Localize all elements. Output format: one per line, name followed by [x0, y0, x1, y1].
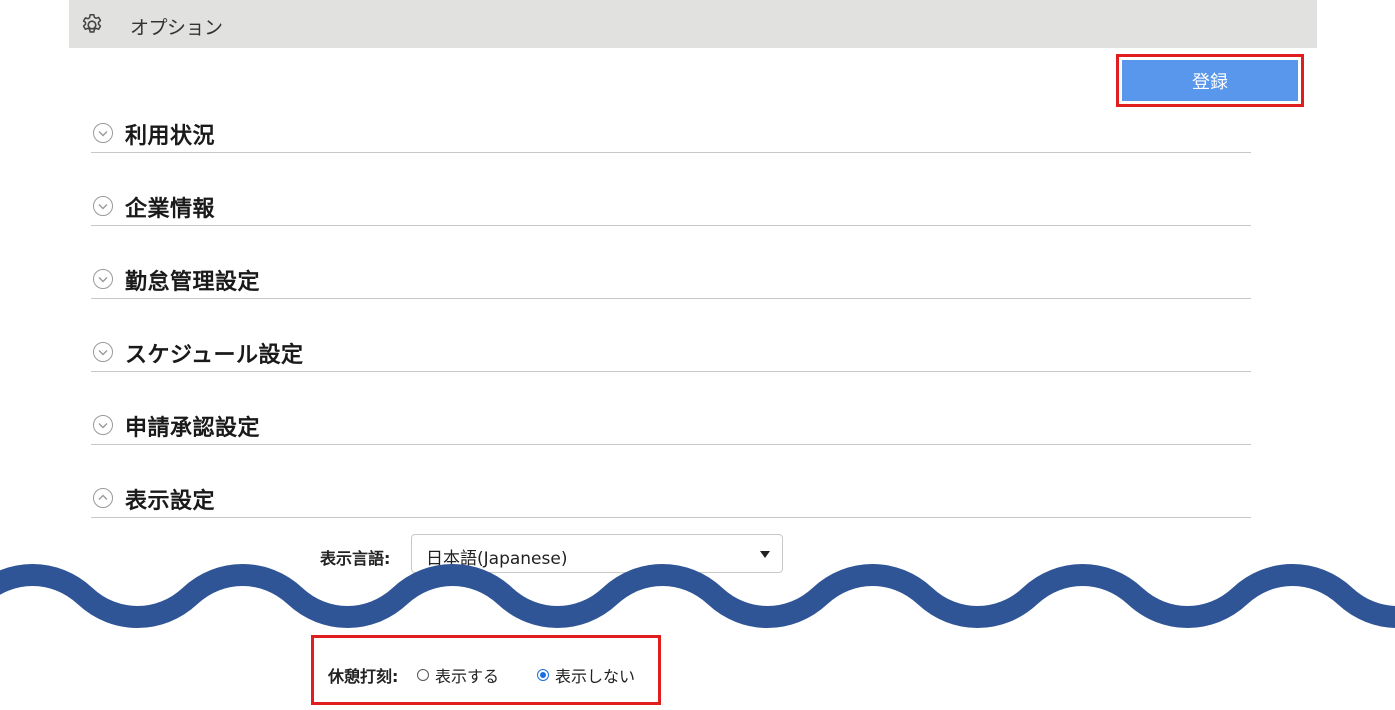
radio-show[interactable]: 表示する	[417, 663, 499, 687]
register-button-highlight: 登録	[1116, 54, 1304, 107]
register-button[interactable]: 登録	[1122, 60, 1298, 101]
page-header: オプション	[69, 0, 1317, 48]
radio-button[interactable]	[417, 669, 429, 681]
page-title: オプション	[130, 17, 223, 39]
radio-show-label: 表示する	[435, 667, 500, 686]
section-schedule-settings[interactable]: スケジュール設定	[91, 331, 1251, 372]
radio-hide-label: 表示しない	[555, 667, 636, 686]
break-stamp-setting: 休憩打刻: 表示する 表示しない	[311, 635, 661, 705]
section-usage-status[interactable]: 利用状況	[91, 112, 1251, 153]
section-approval-settings[interactable]: 申請承認設定	[91, 404, 1251, 445]
section-label: 勤怠管理設定	[125, 270, 261, 295]
radio-hide[interactable]: 表示しない	[537, 663, 635, 687]
section-company-info[interactable]: 企業情報	[91, 185, 1251, 226]
section-label: 企業情報	[125, 197, 216, 222]
section-label: スケジュール設定	[125, 343, 304, 368]
chevron-down-icon	[93, 269, 113, 289]
section-label: 利用状況	[125, 124, 216, 149]
break-stamp-label: 休憩打刻:	[328, 667, 399, 686]
radio-button-selected[interactable]	[537, 669, 549, 681]
chevron-down-icon	[93, 196, 113, 216]
chevron-up-icon	[93, 488, 113, 508]
section-label: 表示設定	[125, 489, 216, 514]
chevron-down-icon	[93, 342, 113, 362]
wave-divider	[0, 564, 1395, 628]
section-display-settings[interactable]: 表示設定	[91, 477, 1251, 518]
chevron-down-icon	[93, 415, 113, 435]
section-attendance-settings[interactable]: 勤怠管理設定	[91, 258, 1251, 299]
chevron-down-icon	[93, 123, 113, 143]
gear-icon	[82, 13, 102, 33]
section-label: 申請承認設定	[125, 416, 261, 441]
